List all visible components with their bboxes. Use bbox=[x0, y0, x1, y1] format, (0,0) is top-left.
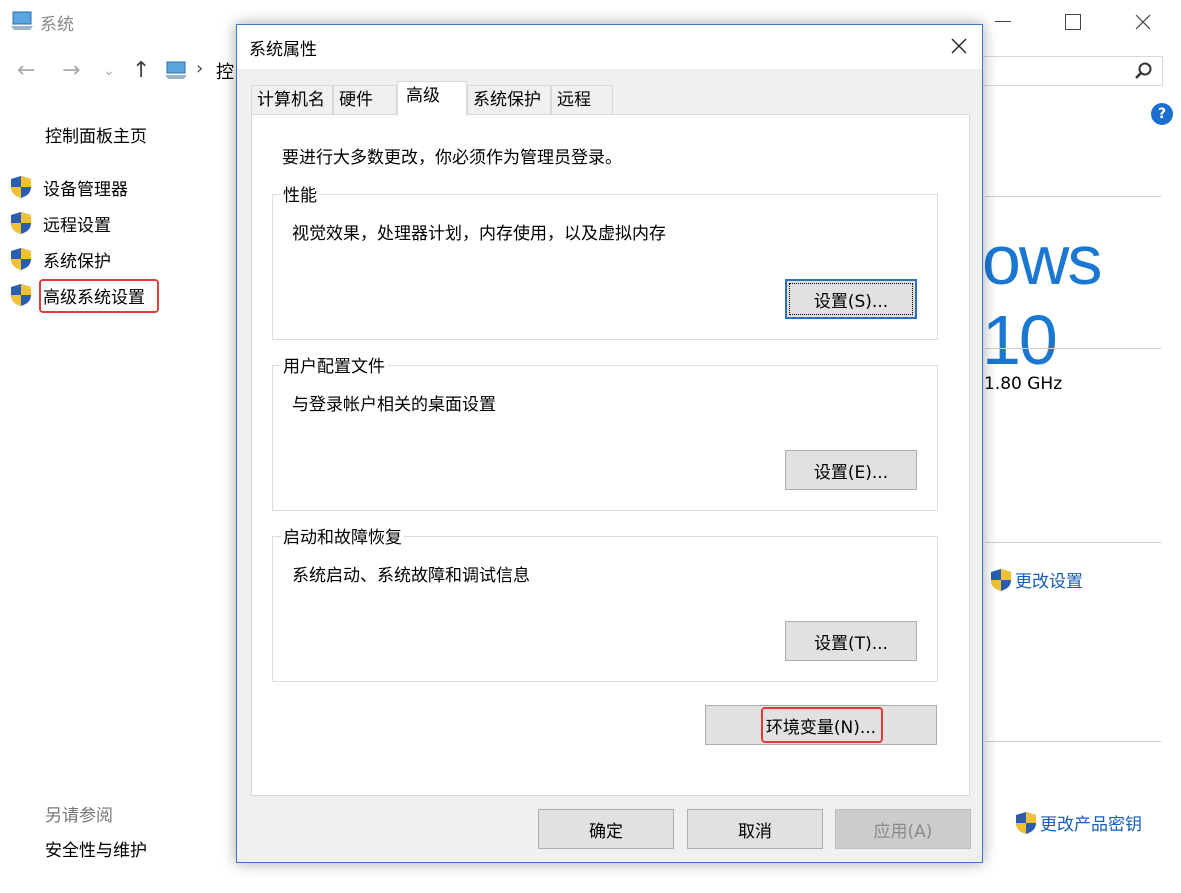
minimize-button[interactable] bbox=[980, 6, 1026, 38]
annotation-highlight-box bbox=[39, 279, 159, 313]
user-profiles-group: 用户配置文件 与登录帐户相关的桌面设置 设置(E)... bbox=[272, 352, 938, 511]
uac-shield-icon bbox=[11, 176, 31, 198]
sidebar-item-device-manager[interactable]: 设备管理器 bbox=[9, 174, 128, 200]
up-arrow-icon[interactable]: ↑ bbox=[132, 58, 150, 83]
change-settings-link[interactable]: 更改设置 bbox=[989, 567, 1083, 592]
uac-shield-icon bbox=[11, 212, 31, 234]
dialog-titlebar: 系统属性 bbox=[237, 25, 982, 69]
cancel-button[interactable]: 取消 bbox=[687, 809, 823, 849]
admin-notice: 要进行大多数更改，你必须作为管理员登录。 bbox=[282, 148, 622, 168]
annotation-highlight-box bbox=[761, 707, 883, 743]
back-arrow-icon[interactable]: ← bbox=[17, 58, 35, 83]
uac-shield-icon bbox=[11, 284, 31, 306]
group-title: 启动和故障恢复 bbox=[281, 523, 404, 548]
system-properties-dialog: 系统属性 计算机名 硬件 高级 系统保护 远程 要进行大多数更改，你必须作为管理… bbox=[236, 24, 983, 863]
change-product-key-link[interactable]: 更改产品密钥 bbox=[1014, 810, 1142, 835]
divider bbox=[985, 741, 1161, 742]
maximize-button[interactable] bbox=[1050, 6, 1096, 38]
group-title: 性能 bbox=[281, 181, 319, 206]
control-panel-home-link[interactable]: 控制面板主页 bbox=[45, 122, 147, 147]
window-title: 系统 bbox=[40, 15, 74, 35]
sidebar-item-label: 系统保护 bbox=[43, 251, 111, 272]
uac-shield-icon bbox=[1016, 811, 1036, 834]
forward-arrow-icon[interactable]: → bbox=[62, 58, 80, 83]
close-icon[interactable] bbox=[946, 33, 972, 59]
apply-button[interactable]: 应用(A) bbox=[835, 809, 971, 849]
breadcrumb-chevron-icon: › bbox=[196, 58, 204, 79]
group-description: 视觉效果，处理器计划，内存使用，以及虚拟内存 bbox=[292, 224, 666, 244]
history-chevron-icon[interactable]: ⌄ bbox=[103, 63, 115, 79]
startup-recovery-group: 启动和故障恢复 系统启动、系统故障和调试信息 设置(T)... bbox=[272, 523, 938, 682]
security-maintenance-link[interactable]: 安全性与维护 bbox=[45, 836, 147, 861]
uac-shield-icon bbox=[991, 568, 1011, 591]
computer-icon bbox=[165, 61, 187, 79]
address-bar[interactable]: › 控 bbox=[160, 56, 240, 86]
cpu-speed-text: 1.80 GHz bbox=[984, 374, 1063, 394]
sidebar-item-label: 远程设置 bbox=[43, 215, 111, 236]
help-icon[interactable]: ? bbox=[1151, 103, 1173, 125]
sidebar-item-label: 设备管理器 bbox=[43, 179, 128, 200]
divider bbox=[985, 542, 1161, 543]
divider bbox=[985, 196, 1161, 197]
tab-computer-name[interactable]: 计算机名 bbox=[251, 85, 333, 115]
performance-settings-button[interactable]: 设置(S)... bbox=[785, 279, 917, 319]
group-description: 系统启动、系统故障和调试信息 bbox=[292, 566, 530, 586]
group-title: 用户配置文件 bbox=[281, 352, 387, 377]
sidebar-item-remote-settings[interactable]: 远程设置 bbox=[9, 210, 111, 236]
tab-hardware[interactable]: 硬件 bbox=[333, 85, 397, 115]
tab-advanced[interactable]: 高级 bbox=[397, 81, 467, 116]
change-product-key-label: 更改产品密钥 bbox=[1040, 815, 1142, 835]
divider bbox=[985, 348, 1161, 349]
search-icon bbox=[1135, 62, 1152, 79]
startup-recovery-settings-button[interactable]: 设置(T)... bbox=[785, 621, 917, 661]
performance-group: 性能 视觉效果，处理器计划，内存使用，以及虚拟内存 设置(S)... bbox=[272, 181, 938, 340]
tab-remote[interactable]: 远程 bbox=[551, 85, 613, 115]
close-button[interactable] bbox=[1120, 6, 1166, 38]
breadcrumb-text: 控 bbox=[216, 62, 234, 83]
group-description: 与登录帐户相关的桌面设置 bbox=[292, 395, 496, 415]
advanced-tab-panel: 要进行大多数更改，你必须作为管理员登录。 性能 视觉效果，处理器计划，内存使用，… bbox=[251, 114, 970, 796]
sidebar-item-system-protection[interactable]: 系统保护 bbox=[9, 246, 111, 272]
minimize-icon bbox=[995, 21, 1011, 22]
ok-button[interactable]: 确定 bbox=[538, 809, 674, 849]
windows-10-logo-text: ows 10 bbox=[982, 221, 1102, 379]
uac-shield-icon bbox=[11, 248, 31, 270]
user-profiles-settings-button[interactable]: 设置(E)... bbox=[785, 450, 917, 490]
computer-icon bbox=[11, 11, 33, 30]
dialog-title: 系统属性 bbox=[249, 40, 317, 60]
see-also-heading: 另请参阅 bbox=[45, 806, 113, 826]
close-icon bbox=[1135, 14, 1151, 30]
maximize-icon bbox=[1065, 14, 1081, 30]
search-box[interactable] bbox=[980, 56, 1163, 86]
change-settings-label: 更改设置 bbox=[1015, 572, 1083, 592]
tab-system-protection[interactable]: 系统保护 bbox=[467, 85, 551, 115]
